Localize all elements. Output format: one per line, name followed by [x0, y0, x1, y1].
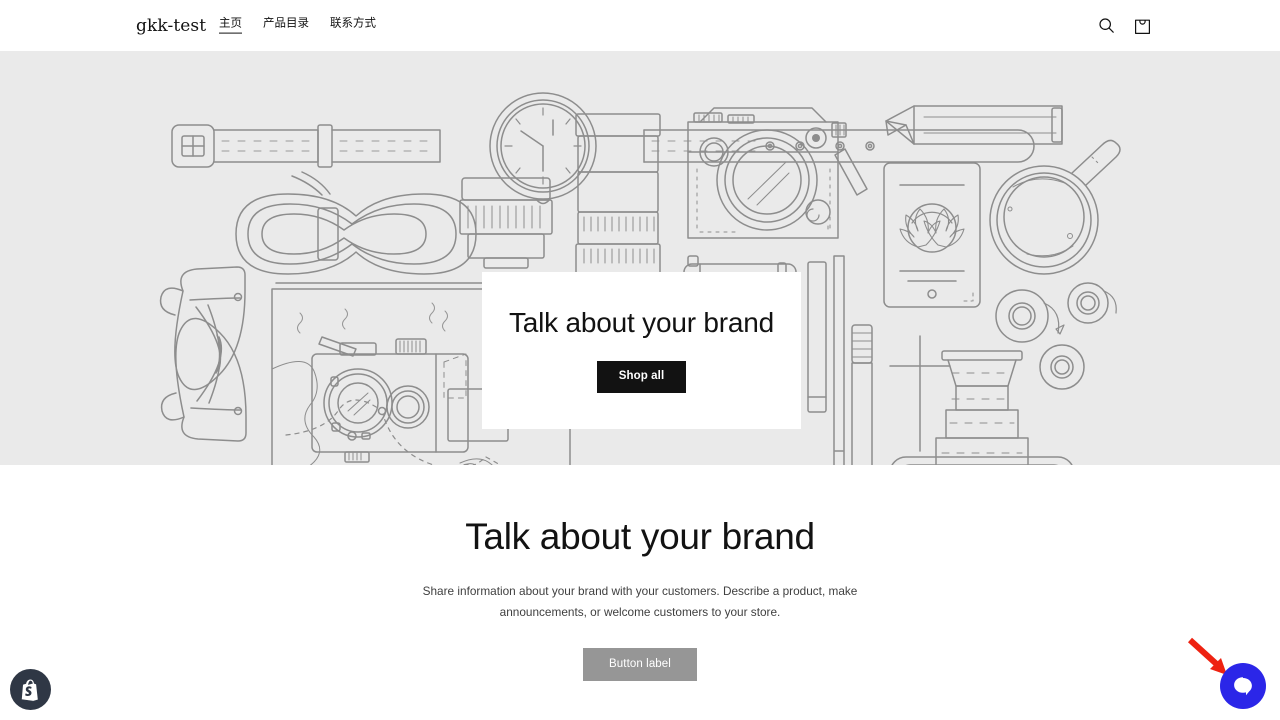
section-heading: Talk about your brand	[465, 516, 815, 557]
main-navigation: 主页 产品目录 联系方式	[219, 17, 376, 34]
header-actions	[1095, 15, 1153, 37]
site-header: gkk-test 主页 产品目录 联系方式	[0, 0, 1280, 51]
nav-item-home[interactable]: 主页	[219, 17, 242, 34]
speech-bubble-icon	[1234, 677, 1252, 696]
hero-banner: Talk about your brand Shop all	[0, 51, 1280, 465]
shopify-logo-badge[interactable]	[10, 669, 51, 710]
section-body-text: Share information about your brand with …	[422, 583, 858, 619]
cart-icon[interactable]	[1131, 15, 1153, 37]
nav-item-catalog[interactable]: 产品目录	[263, 18, 309, 34]
shopify-bag-icon	[21, 678, 39, 702]
search-icon[interactable]	[1095, 15, 1117, 37]
section-cta-button[interactable]: Button label	[583, 647, 697, 682]
nav-item-contact[interactable]: 联系方式	[330, 18, 376, 34]
rich-text-section: Talk about your brand Share information …	[0, 465, 1280, 720]
hero-content-card: Talk about your brand Shop all	[482, 272, 801, 429]
hero-heading: Talk about your brand	[508, 307, 775, 339]
site-logo[interactable]: gkk-test	[136, 16, 206, 36]
shop-all-button[interactable]: Shop all	[596, 361, 687, 393]
chat-launcher-button[interactable]	[1220, 663, 1266, 709]
storefront-page: gkk-test 主页 产品目录 联系方式 Talk about your br…	[0, 0, 1280, 720]
